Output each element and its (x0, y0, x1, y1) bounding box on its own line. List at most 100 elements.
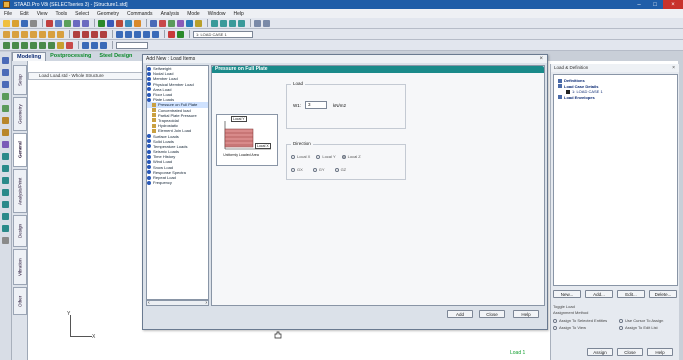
cut-icon[interactable] (46, 19, 53, 27)
select-all-icon[interactable] (57, 41, 64, 49)
section-icon[interactable] (2, 141, 9, 148)
solids-cursor-icon[interactable] (30, 41, 37, 49)
group-icon[interactable] (91, 41, 98, 49)
undo-icon[interactable] (73, 19, 80, 27)
close-button[interactable]: × (663, 0, 683, 9)
label-icon[interactable] (195, 19, 202, 27)
bottom-view-icon[interactable] (2, 213, 9, 220)
paste-icon[interactable] (64, 19, 71, 27)
support-icon[interactable] (168, 19, 175, 27)
view-front-icon[interactable] (220, 19, 227, 27)
dialog-add-button[interactable]: Add (447, 310, 473, 318)
menu-window[interactable]: Window (208, 11, 226, 17)
panel-close-icon[interactable]: × (672, 64, 675, 72)
dolly-icon[interactable] (2, 117, 9, 124)
side-tab-design[interactable]: Design (13, 215, 27, 247)
side-tab-geometry[interactable]: Geometry (13, 97, 27, 131)
menu-file[interactable]: File (4, 11, 12, 17)
menu-tools[interactable]: Tools (55, 11, 67, 17)
label-toggle-icon[interactable] (100, 41, 107, 49)
side-tab-vibration[interactable]: Vibration (13, 249, 27, 285)
solid-icon[interactable] (30, 30, 37, 38)
tab-steel-design[interactable]: Steel Design (95, 52, 136, 61)
tree-load-envelopes[interactable]: Load Envelopes (554, 95, 677, 101)
radio-gy[interactable]: GY (312, 167, 325, 172)
panel-help-button[interactable]: Help (647, 348, 673, 356)
maximize-button[interactable]: □ (647, 0, 663, 9)
menu-commands[interactable]: Commands (127, 11, 153, 17)
view-combo[interactable] (116, 41, 148, 49)
mesh-icon[interactable] (82, 41, 89, 49)
pan-icon[interactable] (125, 19, 132, 27)
geometry-cursor-icon[interactable] (48, 41, 55, 49)
radio-local-y[interactable]: Local Y (316, 154, 336, 159)
assign-view-radio[interactable]: Assign To View (553, 325, 586, 330)
menu-edit[interactable]: Edit (20, 11, 29, 17)
sheet-icon[interactable] (2, 237, 9, 244)
pointer-icon[interactable] (168, 30, 175, 38)
load-icon[interactable] (159, 19, 166, 27)
minimize-button[interactable]: – (631, 0, 647, 9)
circular-repeat-icon[interactable] (57, 30, 64, 38)
top-view-icon[interactable] (2, 201, 9, 208)
load-case-combo[interactable]: 1: LOAD CASE 1 (193, 30, 253, 38)
view-side-icon[interactable] (229, 19, 236, 27)
panel-close-button[interactable]: Close (617, 348, 643, 356)
plate-icon[interactable] (21, 30, 28, 38)
side-tab-setup[interactable]: Setup (13, 65, 27, 95)
left-view-icon[interactable] (2, 177, 9, 184)
zoom-in-icon[interactable] (125, 30, 132, 38)
side-tab-other[interactable]: Other (13, 287, 27, 315)
radio-gx[interactable]: GX (291, 167, 303, 172)
iso-view-icon[interactable] (2, 225, 9, 232)
back-view-icon[interactable] (2, 165, 9, 172)
edit-load-button[interactable]: Edit... (617, 290, 645, 298)
assign-edit-list-radio[interactable]: Assign To Edit List (619, 325, 658, 330)
print-icon[interactable] (30, 19, 37, 27)
zoom-window-icon[interactable] (116, 30, 123, 38)
add-load-button[interactable]: Add... (585, 290, 613, 298)
menu-mode[interactable]: Mode (187, 11, 200, 17)
right-view-icon[interactable] (2, 189, 9, 196)
assign-button[interactable]: Assign (587, 348, 613, 356)
translational-repeat-icon[interactable] (48, 30, 55, 38)
spin-left-icon[interactable] (2, 93, 9, 100)
side-tab-analysis-print[interactable]: Analysis/Print (13, 169, 27, 213)
beams-cursor-icon[interactable] (12, 41, 19, 49)
radio-gz[interactable]: GZ (334, 167, 346, 172)
new-load-button[interactable]: New... (553, 290, 581, 298)
snap-icon[interactable] (263, 19, 270, 27)
assign-selected-radio[interactable]: Assign To Selected Entities (553, 318, 607, 323)
insert-node-icon[interactable] (91, 30, 98, 38)
menu-view[interactable]: View (37, 11, 48, 17)
check-icon[interactable] (177, 30, 184, 38)
zoom-all-icon[interactable] (143, 30, 150, 38)
rotate-icon[interactable] (107, 19, 114, 27)
toggle-load-check[interactable]: Toggle Load (553, 304, 575, 309)
new-file-icon[interactable] (3, 19, 10, 27)
side-tab-general[interactable]: General (13, 133, 27, 167)
zoom-out-icon[interactable] (134, 30, 141, 38)
add-solid-icon[interactable] (100, 30, 107, 38)
menu-analysis[interactable]: Analysis (161, 11, 180, 17)
redo-icon[interactable] (82, 19, 89, 27)
tab-modeling[interactable]: Modeling (12, 52, 47, 61)
radio-local-x[interactable]: Local X (291, 154, 310, 159)
structure-icon[interactable] (150, 19, 157, 27)
menu-geometry[interactable]: Geometry (97, 11, 119, 17)
use-cursor-radio[interactable]: Use Cursor To Assign (619, 318, 663, 323)
beam-icon[interactable] (12, 30, 19, 38)
dialog-close-button[interactable]: Close (479, 310, 505, 318)
front-view-icon[interactable] (2, 153, 9, 160)
dialog-close-icon[interactable]: × (539, 55, 543, 63)
view-top-icon[interactable] (238, 19, 245, 27)
property-icon[interactable] (177, 19, 184, 27)
w1-input[interactable]: 3 (305, 101, 327, 109)
pan-view-icon[interactable] (152, 30, 159, 38)
save-icon[interactable] (21, 19, 28, 27)
dimension-icon[interactable] (186, 19, 193, 27)
surface-icon[interactable] (39, 30, 46, 38)
menu-select[interactable]: Select (75, 11, 89, 17)
render-icon[interactable] (134, 19, 141, 27)
surfaces-cursor-icon[interactable] (39, 41, 46, 49)
